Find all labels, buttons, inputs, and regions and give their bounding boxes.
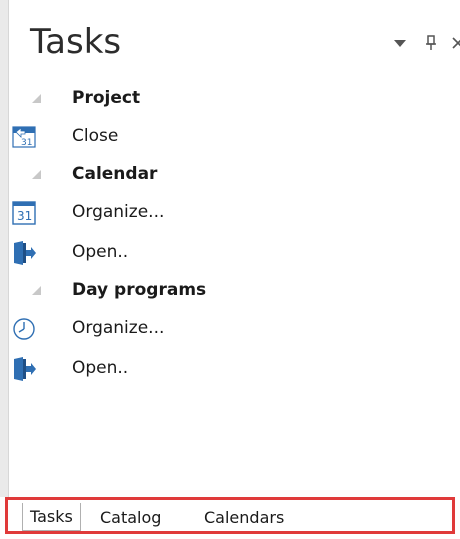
svg-text:31: 31: [21, 138, 32, 148]
group-label: Day programs: [72, 280, 207, 300]
task-label: Organize...: [72, 318, 165, 338]
open-door-icon: [14, 357, 36, 381]
task-item-calendar-organize[interactable]: 31 Organize...: [12, 192, 452, 232]
task-label: Open..: [72, 242, 129, 262]
pane-left-border: [0, 0, 9, 497]
collapse-chevron-icon: [32, 170, 41, 179]
pane-header: Tasks: [30, 18, 460, 74]
task-label: Close: [72, 126, 119, 146]
pane-title: Tasks: [30, 22, 122, 62]
clock-icon: [13, 318, 35, 340]
tasks-pane: Tasks Project 31 Close Calendar 31 Organ…: [0, 0, 460, 539]
tab-catalog[interactable]: Catalog: [100, 503, 161, 531]
task-groups: Project 31 Close Calendar 31 Organize...…: [12, 80, 452, 388]
group-header-day-programs[interactable]: Day programs: [12, 272, 452, 308]
task-item-day-programs-organize[interactable]: Organize...: [12, 308, 452, 348]
dropdown-triangle-icon[interactable]: [389, 32, 411, 54]
open-door-icon: [14, 241, 36, 265]
group-header-calendar[interactable]: Calendar: [12, 156, 452, 192]
task-label: Open..: [72, 358, 129, 378]
close-icon[interactable]: [447, 32, 460, 54]
group-header-project[interactable]: Project: [12, 80, 452, 116]
task-item-project-close[interactable]: 31 Close: [12, 116, 452, 156]
tab-calendars[interactable]: Calendars: [204, 503, 284, 531]
tab-tasks[interactable]: Tasks: [22, 503, 81, 531]
calendar-31-icon: 31: [12, 201, 36, 225]
calendar-close-icon: 31: [12, 126, 36, 148]
group-label: Project: [72, 88, 141, 108]
task-item-calendar-open[interactable]: Open..: [12, 232, 452, 272]
task-item-day-programs-open[interactable]: Open..: [12, 348, 452, 388]
task-label: Organize...: [72, 202, 165, 222]
bottom-tab-bar: Tasks Catalog Calendars: [5, 497, 455, 534]
collapse-chevron-icon: [32, 286, 41, 295]
collapse-chevron-icon: [32, 94, 41, 103]
pin-icon[interactable]: [420, 32, 442, 54]
svg-text:31: 31: [17, 209, 32, 223]
group-label: Calendar: [72, 164, 158, 184]
